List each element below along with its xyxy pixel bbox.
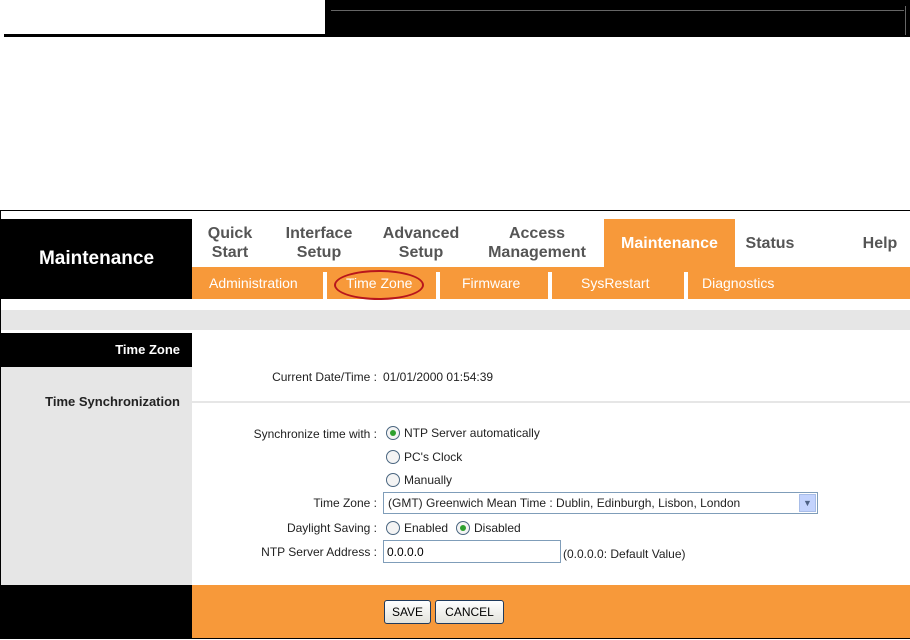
radio-dst-enabled[interactable]: Enabled <box>386 521 448 535</box>
section-title: Maintenance <box>1 219 192 299</box>
tab-advanced-setup[interactable]: Advanced Setup <box>372 219 470 267</box>
radio-icon <box>386 450 400 464</box>
subnav-separator <box>684 272 688 299</box>
current-datetime-label: Current Date/Time : <box>272 370 377 384</box>
save-button[interactable]: SAVE <box>384 600 431 624</box>
time-zone-select[interactable]: (GMT) Greenwich Mean Time : Dublin, Edin… <box>383 492 818 514</box>
ntp-server-label: NTP Server Address : <box>261 545 377 559</box>
radio-manually-label: Manually <box>404 473 453 487</box>
radio-icon <box>386 521 400 535</box>
time-zone-value: (GMT) Greenwich Mean Time : Dublin, Edin… <box>388 496 741 510</box>
highlight-circle <box>334 270 424 300</box>
subnav-separator <box>436 272 440 299</box>
footer-left <box>1 585 192 638</box>
subnav-firmware[interactable]: Firmware <box>462 267 520 299</box>
radio-pc-clock-label: PC's Clock <box>404 450 463 464</box>
section-divider <box>192 401 910 403</box>
radio-pc-clock[interactable]: PC's Clock <box>386 450 462 464</box>
radio-dst-disabled[interactable]: Disabled <box>456 521 521 535</box>
radio-dst-enabled-label: Enabled <box>404 521 449 535</box>
banner-divider <box>331 10 904 11</box>
daylight-saving-label: Daylight Saving : <box>286 521 377 535</box>
subnav-separator <box>323 272 327 299</box>
subnav-sysrestart[interactable]: SysRestart <box>581 267 649 299</box>
subnav-separator <box>548 272 552 299</box>
radio-ntp-label: NTP Server automatically <box>404 426 540 440</box>
tab-help[interactable]: Help <box>850 219 910 267</box>
radio-icon <box>386 473 400 487</box>
ntp-server-input[interactable] <box>383 540 561 563</box>
chevron-down-icon[interactable]: ▼ <box>799 494 816 512</box>
banner-divider-vertical <box>905 6 906 35</box>
current-datetime-value: 01/01/2000 01:54:39 <box>383 370 494 384</box>
radio-ntp[interactable]: NTP Server automatically <box>386 426 540 440</box>
tab-maintenance[interactable]: Maintenance <box>604 219 735 267</box>
subsection-heading: Time Synchronization <box>45 394 180 409</box>
tab-access-management[interactable]: Access Management <box>478 219 596 267</box>
spacer-bar <box>1 310 910 330</box>
subnav-administration[interactable]: Administration <box>209 267 298 299</box>
section-heading: Time Zone <box>1 333 192 367</box>
tab-interface-setup[interactable]: Interface Setup <box>272 219 366 267</box>
tab-status[interactable]: Status <box>735 219 805 267</box>
header-rule <box>4 34 326 37</box>
footer-bar <box>192 585 910 638</box>
cancel-button[interactable]: CANCEL <box>435 600 504 624</box>
ntp-server-hint: (0.0.0.0: Default Value) <box>563 547 686 561</box>
subnav-diagnostics[interactable]: Diagnostics <box>702 267 774 299</box>
radio-selected-icon <box>456 521 470 535</box>
radio-selected-icon <box>386 426 400 440</box>
sync-label: Synchronize time with : <box>253 427 377 441</box>
radio-dst-disabled-label: Disabled <box>474 521 521 535</box>
top-banner <box>325 0 910 37</box>
tab-quick-start[interactable]: Quick Start <box>192 219 268 267</box>
time-zone-label: Time Zone : <box>313 496 377 510</box>
radio-manually[interactable]: Manually <box>386 473 452 487</box>
